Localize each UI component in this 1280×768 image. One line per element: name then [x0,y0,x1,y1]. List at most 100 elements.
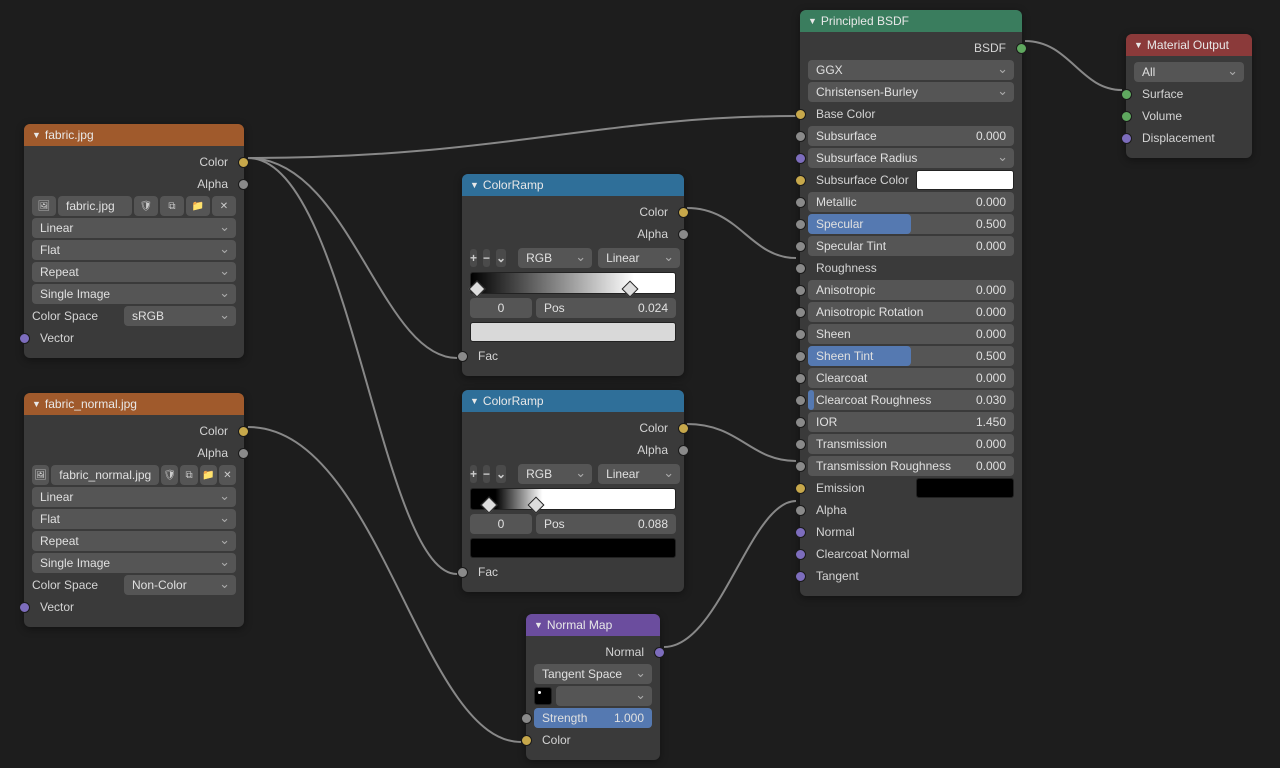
socket-metallic-in[interactable] [795,197,806,208]
uvmap-icon[interactable] [534,687,552,705]
source-select[interactable]: Single Image [32,284,236,304]
node-header[interactable]: ▼Material Output [1126,34,1252,56]
ior-field[interactable]: IOR1.450 [808,412,1014,432]
image-icon[interactable]: 🖼 [32,465,49,485]
specular-field[interactable]: Specular0.500 [808,214,1014,234]
extension-select[interactable]: Repeat [32,262,236,282]
socket-tangent-in[interactable] [795,571,806,582]
node-normal-map[interactable]: ▼Normal Map Normal Tangent Space Strengt… [526,614,660,760]
colorspace-select[interactable]: sRGB [124,306,236,326]
socket-specular-in[interactable] [795,219,806,230]
socket-anisor-in[interactable] [795,307,806,318]
color-stop[interactable] [622,281,639,298]
socket-basecolor-in[interactable] [795,109,806,120]
remove-stop-button[interactable]: − [483,465,490,483]
socket-vector-in[interactable] [19,333,30,344]
interpolation-select[interactable]: Linear [32,218,236,238]
fake-user-icon[interactable]: 🛡 [134,196,158,216]
distribution-select[interactable]: GGX [808,60,1014,80]
node-colorramp-1[interactable]: ▼ColorRamp Color Alpha + − ⌄ RGB Linear … [462,174,684,376]
socket-alpha-out[interactable] [678,445,689,456]
unlink-icon[interactable]: ✕ [212,196,236,216]
image-filename[interactable]: fabric.jpg [58,196,132,216]
socket-fac-in[interactable] [457,351,468,362]
clearcoat-field[interactable]: Clearcoat0.000 [808,368,1014,388]
open-icon[interactable]: 📁 [200,465,217,485]
interp-select[interactable]: Linear [598,464,680,484]
add-stop-button[interactable]: + [470,249,477,267]
socket-sheen-in[interactable] [795,329,806,340]
add-stop-button[interactable]: + [470,465,477,483]
socket-ssradius-in[interactable] [795,153,806,164]
unlink-icon[interactable]: ✕ [219,465,236,485]
socket-trans-in[interactable] [795,439,806,450]
socket-alpha-out[interactable] [238,448,249,459]
node-header[interactable]: ▼fabric.jpg [24,124,244,146]
sss-method-select[interactable]: Christensen-Burley [808,82,1014,102]
open-icon[interactable]: 📁 [186,196,210,216]
copy-icon[interactable]: ⧉ [180,465,197,485]
colorspace-select[interactable]: Non-Color [124,575,236,595]
node-header[interactable]: ▼ColorRamp [462,174,684,196]
socket-volume-in[interactable] [1121,111,1132,122]
socket-bsdf-out[interactable] [1016,43,1027,54]
projection-select[interactable]: Flat [32,240,236,260]
uvmap-select[interactable] [556,686,652,706]
node-colorramp-2[interactable]: ▼ColorRamp Color Alpha + − ⌄ RGB Linear … [462,390,684,592]
image-filename[interactable]: fabric_normal.jpg [51,465,159,485]
socket-clearr-in[interactable] [795,395,806,406]
node-header[interactable]: ▼ColorRamp [462,390,684,412]
socket-emission-in[interactable] [795,483,806,494]
fake-user-icon[interactable]: 🛡 [161,465,178,485]
ssradius-select[interactable]: Subsurface Radius [808,148,1014,168]
gradient-bar[interactable] [470,272,676,294]
socket-sheent-in[interactable] [795,351,806,362]
color-stop[interactable] [528,497,545,514]
remove-stop-button[interactable]: − [483,249,490,267]
socket-spectint-in[interactable] [795,241,806,252]
interpolation-select[interactable]: Linear [32,487,236,507]
color-stop[interactable] [481,497,498,514]
socket-roughness-in[interactable] [795,263,806,274]
node-material-output[interactable]: ▼Material Output All Surface Volume Disp… [1126,34,1252,158]
clearcoat-rough-field[interactable]: Clearcoat Roughness0.030 [808,390,1014,410]
colormode-select[interactable]: RGB [518,248,592,268]
gradient-bar[interactable] [470,488,676,510]
sheen-field[interactable]: Sheen0.000 [808,324,1014,344]
metallic-field[interactable]: Metallic0.000 [808,192,1014,212]
aniso-field[interactable]: Anisotropic0.000 [808,280,1014,300]
sscolor-swatch[interactable] [916,170,1014,190]
socket-subsurface-in[interactable] [795,131,806,142]
colormode-select[interactable]: RGB [518,464,592,484]
node-header[interactable]: ▼Normal Map [526,614,660,636]
subsurface-field[interactable]: Subsurface0.000 [808,126,1014,146]
socket-cnormal-in[interactable] [795,549,806,560]
socket-normal-out[interactable] [654,647,665,658]
color-chip[interactable] [470,538,676,558]
stop-index[interactable]: 0 [470,298,532,318]
socket-vector-in[interactable] [19,602,30,613]
socket-strength-in[interactable] [521,713,532,724]
socket-fac-in[interactable] [457,567,468,578]
transmission-field[interactable]: Transmission0.000 [808,434,1014,454]
stop-index[interactable]: 0 [470,514,532,534]
node-header[interactable]: ▼fabric_normal.jpg [24,393,244,415]
socket-aniso-in[interactable] [795,285,806,296]
sheentint-field[interactable]: Sheen Tint0.500 [808,346,1014,366]
source-select[interactable]: Single Image [32,553,236,573]
socket-normal-in[interactable] [795,527,806,538]
socket-disp-in[interactable] [1121,133,1132,144]
color-stop[interactable] [469,281,486,298]
socket-alpha-in[interactable] [795,505,806,516]
socket-alpha-out[interactable] [678,229,689,240]
image-icon[interactable]: 🖼 [32,196,56,216]
node-header[interactable]: ▼Principled BSDF [800,10,1022,32]
pos-value[interactable]: 0.024 [638,298,668,318]
socket-color-in[interactable] [521,735,532,746]
socket-ior-in[interactable] [795,417,806,428]
menu-chevron-icon[interactable]: ⌄ [496,465,506,483]
emission-swatch[interactable] [916,478,1014,498]
socket-color-out[interactable] [238,426,249,437]
socket-sscolor-in[interactable] [795,175,806,186]
space-select[interactable]: Tangent Space [534,664,652,684]
